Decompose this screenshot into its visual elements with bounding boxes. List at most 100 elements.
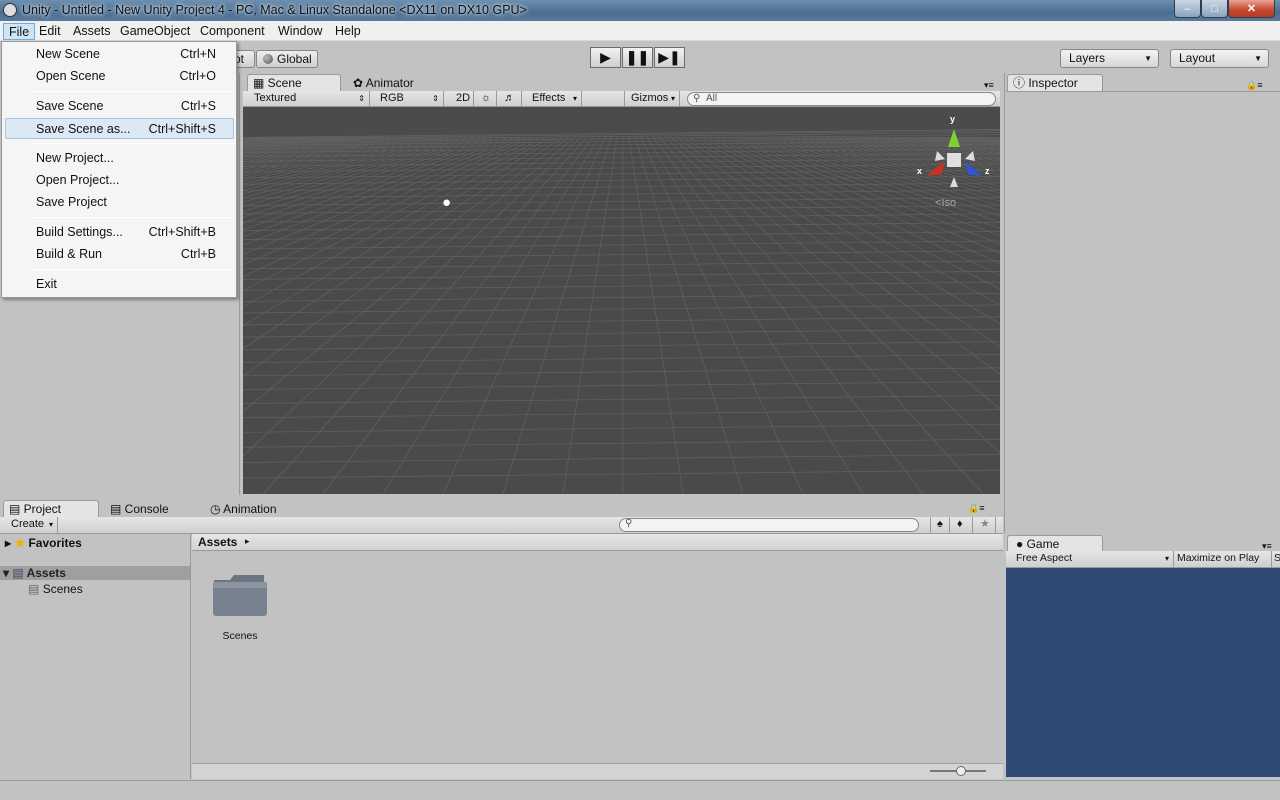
game-toolbar: Free Aspect ▾ Maximize on Play S [1006,551,1280,568]
axis-gizmo-icon [927,129,981,187]
minimize-button[interactable]: – [1174,0,1201,18]
pause-button[interactable]: ❚❚ [622,47,653,68]
gamepad-icon: ● [1016,537,1027,551]
dropdown-arrow-icon: ▼ [1254,54,1262,63]
tab-animator[interactable]: ✿ Animator [347,74,437,91]
menu-assets[interactable]: Assets [68,23,116,40]
gizmos-label: Gizmos [631,92,669,104]
panel-menu-icon[interactable]: ▾≡ [984,80,994,91]
menu-label: Open Scene [36,69,106,83]
game-view[interactable] [1006,568,1280,777]
scene-view[interactable]: ● y x z <Iso [243,107,1000,494]
folder-icon: ▤ [28,582,40,596]
globe-icon [263,54,273,64]
menu-shortcut: Ctrl+B [180,247,216,261]
menu-component[interactable]: Component [195,23,270,40]
breadcrumb-assets[interactable]: Assets [198,535,237,549]
menu-save-scene[interactable]: Save Scene Ctrl+S [5,96,234,117]
favorites-item[interactable]: ▸ ★ Favorites [5,536,82,550]
play-button[interactable]: ▶ [590,47,621,68]
menu-edit[interactable]: Edit [34,23,66,40]
lock-icon[interactable]: 🔒≡ [968,503,984,514]
lighting-toggle[interactable]: ☼ [475,91,497,107]
scenes-folder-icon[interactable] [212,570,268,618]
layout-label: Layout [1179,51,1216,65]
2d-toggle[interactable]: 2D [450,91,474,107]
maximize-on-play-toggle[interactable]: Maximize on Play [1174,551,1272,567]
assets-item[interactable]: ▾ ▤ Assets [3,566,66,580]
filter-type-button[interactable]: ♠ [930,517,950,533]
tab-inspector[interactable]: ⓘ Inspector [1007,74,1103,91]
tab-inspector-label: Inspector [1028,76,1078,90]
project-toolbar: Create ▾ ⚲ ♠ ♦ ★ [0,517,1003,534]
render-mode-dropdown[interactable]: RGB ⇕ [374,91,444,107]
zoom-slider-handle[interactable] [956,766,966,776]
favorite-button[interactable]: ★ [974,517,996,533]
tab-animation[interactable]: ◷ Animation [204,500,294,517]
menu-save-scene-as[interactable]: Save Scene as... Ctrl+Shift+S [5,118,234,139]
layout-dropdown[interactable]: Layout ▼ [1170,49,1269,68]
project-search-input[interactable]: ⚲ [619,518,919,532]
menu-open-project[interactable]: Open Project... [5,170,234,191]
inspector-panel [1004,73,1280,533]
filter-label-button[interactable]: ♦ [951,517,973,533]
breadcrumb: Assets ▸ [192,534,1003,551]
folder-icon: ▤ [12,566,24,580]
tab-project[interactable]: ▤ Project [3,500,99,517]
tab-game-label: Game [1026,537,1060,551]
orientation-gizmo[interactable]: y x z <Iso [915,114,995,209]
menu-new-project[interactable]: New Project... [5,148,234,169]
menu-save-project[interactable]: Save Project [5,192,234,213]
projection-toggle[interactable]: <Iso [935,197,956,209]
layers-dropdown[interactable]: Layers ▼ [1060,49,1159,68]
menu-label: Save Project [36,195,107,209]
menu-open-scene[interactable]: Open Scene Ctrl+O [5,66,234,87]
menu-separator [31,269,235,270]
menu-build-run[interactable]: Build & Run Ctrl+B [5,244,234,265]
step-button[interactable]: ▶❚ [654,47,685,68]
step-icon: ▶❚ [658,49,681,65]
filter-icon: ♠ [937,518,943,530]
speaker-icon: ♬ [504,92,515,104]
menu-gameobject[interactable]: GameObject [115,23,195,40]
camera-icon[interactable]: ● [442,195,460,210]
audio-toggle[interactable]: ♬ [498,91,522,107]
effects-dropdown[interactable]: Effects ▾ [526,91,582,107]
menu-build-settings[interactable]: Build Settings... Ctrl+Shift+B [5,222,234,243]
gizmos-dropdown[interactable]: Gizmos ▾ [624,91,680,107]
menu-help[interactable]: Help [330,23,366,40]
global-toggle[interactable]: Global [256,50,318,68]
title-bar: Unity - Untitled - New Unity Project 4 -… [0,0,1280,21]
maximize-button[interactable]: □ [1201,0,1228,18]
create-dropdown[interactable]: Create ▾ [5,517,58,533]
menu-label: Exit [36,277,57,291]
tab-game[interactable]: ● Game [1007,535,1103,552]
close-button[interactable]: ✕ [1228,0,1275,18]
projection-label: Iso [941,197,957,209]
assets-grid: Scenes [192,552,1003,763]
scenes-tree-item[interactable]: ▤ Scenes [28,582,83,596]
aspect-dropdown[interactable]: Free Aspect ▾ [1010,551,1174,567]
menu-window[interactable]: Window [273,23,327,40]
menu-exit[interactable]: Exit [5,274,234,295]
stats-toggle[interactable]: S [1272,551,1280,567]
menu-file[interactable]: File [3,23,36,40]
menu-separator [31,143,235,144]
tab-console[interactable]: ▤ Console [104,500,194,517]
clock-icon: ◷ [210,502,224,516]
star-icon: ★ [14,536,26,550]
tab-scene[interactable]: ▦ Scene [247,74,341,91]
tab-animation-label: Animation [223,502,277,516]
menu-shortcut: Ctrl+O [179,69,216,83]
menu-new-scene[interactable]: New Scene Ctrl+N [5,44,234,65]
dropdown-arrow-icon: ▾ [1164,554,1169,563]
scene-search-input[interactable]: ⚲ All [687,92,996,106]
shading-dropdown[interactable]: Textured ⇕ [248,91,370,107]
lock-icon[interactable]: 🔒≡ [1246,80,1262,91]
menu-label: Save Scene as... [36,122,131,136]
folder-icon: ▤ [9,502,24,516]
menu-separator [31,217,235,218]
tab-scene-label: Scene [267,76,302,90]
global-label: Global [277,52,312,66]
info-icon: ⓘ [1013,76,1029,90]
